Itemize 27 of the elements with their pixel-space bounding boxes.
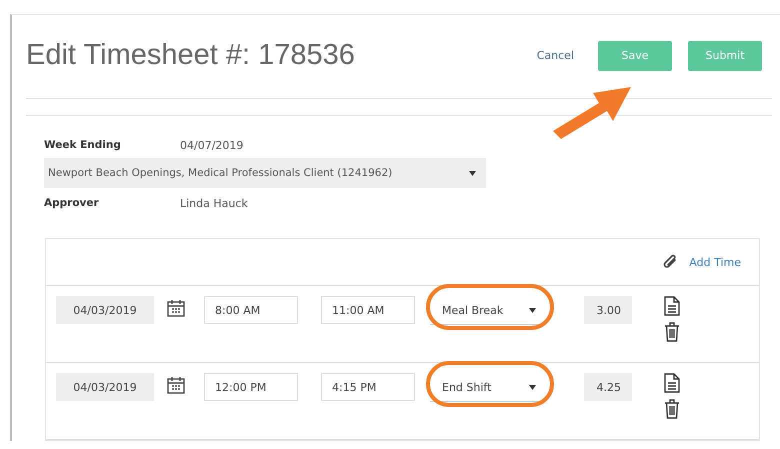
date-field[interactable]: 04/03/2019 (56, 296, 154, 324)
type-dropdown[interactable]: Meal Break (430, 296, 540, 325)
calendar-icon[interactable] (166, 375, 186, 395)
hours-field: 4.25 (584, 373, 632, 401)
date-field[interactable]: 04/03/2019 (56, 373, 154, 401)
end-time-field[interactable]: 4:15 PM (321, 373, 415, 401)
field-label: Approver (44, 197, 100, 209)
calendar-icon[interactable] (166, 298, 186, 318)
type-dropdown[interactable]: End Shift (430, 373, 540, 402)
add-time-link[interactable]: Add Time (689, 256, 741, 268)
trash-icon[interactable] (664, 322, 680, 342)
document-icon[interactable] (664, 296, 680, 316)
end-time-field[interactable]: 11:00 AM (321, 296, 415, 324)
assignment-dropdown[interactable]: Newport Beach Openings, Medical Professionals Client (1241962) (44, 158, 486, 188)
start-time-field[interactable]: 12:00 PM (204, 373, 298, 401)
field-label: Week Ending (44, 139, 122, 151)
document-icon[interactable] (664, 373, 680, 393)
cancel-link[interactable]: Cancel (536, 49, 574, 62)
trash-icon[interactable] (664, 399, 680, 419)
hours-field: 3.00 (584, 296, 632, 324)
caret-icon (529, 384, 536, 390)
caret-icon (469, 170, 476, 176)
page-title: Edit Timesheet #: 178536 (26, 39, 355, 72)
field-value: 04/07/2019 (180, 138, 244, 152)
caret-icon (529, 308, 536, 312)
start-time-field[interactable]: 8:00 AM (204, 296, 298, 324)
field-value: Linda Hauck (180, 196, 248, 210)
